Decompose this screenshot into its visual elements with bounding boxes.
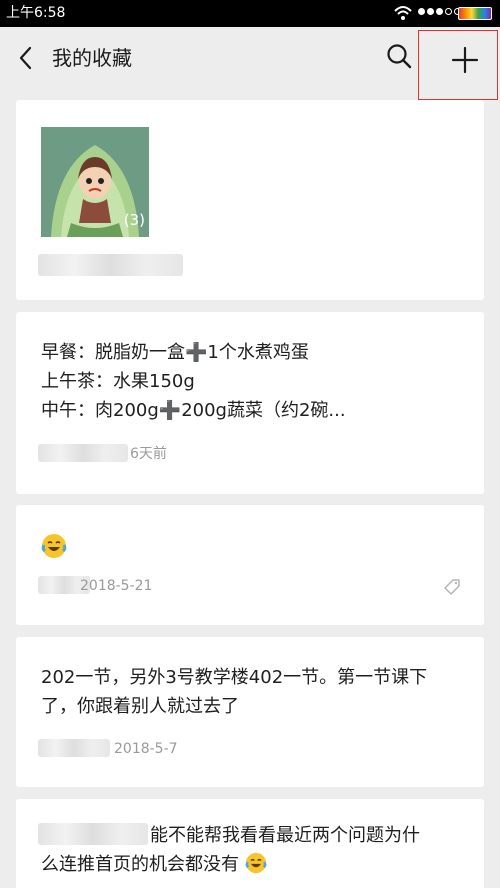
favorite-item-note[interactable]: 早餐：脱脂奶一盒➕1个水煮鸡蛋 上午茶：水果150g 中午：肉200g➕200g… [16, 312, 484, 494]
note-line: 早餐：脱脂奶一盒➕1个水煮鸡蛋 [41, 342, 309, 363]
search-icon[interactable] [386, 43, 412, 69]
text-preview-line: 能不能帮我看看最近两个问题为什 [150, 825, 420, 846]
item-date: 2018-5-21 [80, 578, 153, 594]
note-line: 中午：肉200g➕200g蔬菜（约2碗... [41, 400, 346, 421]
image-count: (3) [123, 211, 145, 229]
header-bar: 我的收藏 [0, 27, 500, 100]
text-preview: 202一节，另外3号教学楼402一节。第一节课下 了，你跟着别人就过去了 [41, 663, 427, 721]
favorite-item-text[interactable]: 202一节，另外3号教学楼402一节。第一节课下 了，你跟着别人就过去了 201… [16, 637, 484, 787]
status-bar: 上午6:58 [0, 0, 500, 27]
blurred-source [38, 739, 110, 757]
page-title: 我的收藏 [52, 46, 132, 70]
tag-icon[interactable] [442, 577, 462, 597]
blurred-source [38, 444, 128, 462]
text-preview-line: 么连推首页的机会都没有 [41, 850, 267, 879]
plus-icon [451, 46, 479, 74]
item-time: 6天前 [130, 446, 167, 462]
status-time: 上午6:58 [6, 5, 66, 21]
text-line: 202一节，另外3号教学楼402一节。第一节课下 [41, 667, 428, 688]
laughing-crying-emoji-icon [245, 852, 267, 874]
item-date: 2018-5-7 [114, 741, 178, 757]
laughing-crying-emoji-icon [41, 534, 67, 558]
text-line: 么连推首页的机会都没有 [41, 854, 239, 875]
add-button[interactable] [418, 30, 498, 100]
blurred-source [38, 254, 183, 276]
favorite-item-emoji[interactable]: 2018-5-21 [16, 505, 484, 625]
back-icon[interactable] [16, 45, 36, 71]
signal-icon [418, 8, 461, 15]
blurred-text [38, 823, 148, 845]
note-preview: 早餐：脱脂奶一盒➕1个水煮鸡蛋 上午茶：水果150g 中午：肉200g➕200g… [41, 338, 346, 425]
text-line: 了，你跟着别人就过去了 [41, 696, 239, 717]
note-line: 上午茶：水果150g [41, 371, 195, 392]
image-thumbnail[interactable]: (3) [41, 127, 149, 237]
favorite-item-image[interactable]: (3) [16, 100, 484, 300]
wifi-icon [394, 6, 412, 20]
battery-icon [458, 7, 492, 20]
favorite-item-text[interactable]: 能不能帮我看看最近两个问题为什 么连推首页的机会都没有 [16, 799, 484, 888]
